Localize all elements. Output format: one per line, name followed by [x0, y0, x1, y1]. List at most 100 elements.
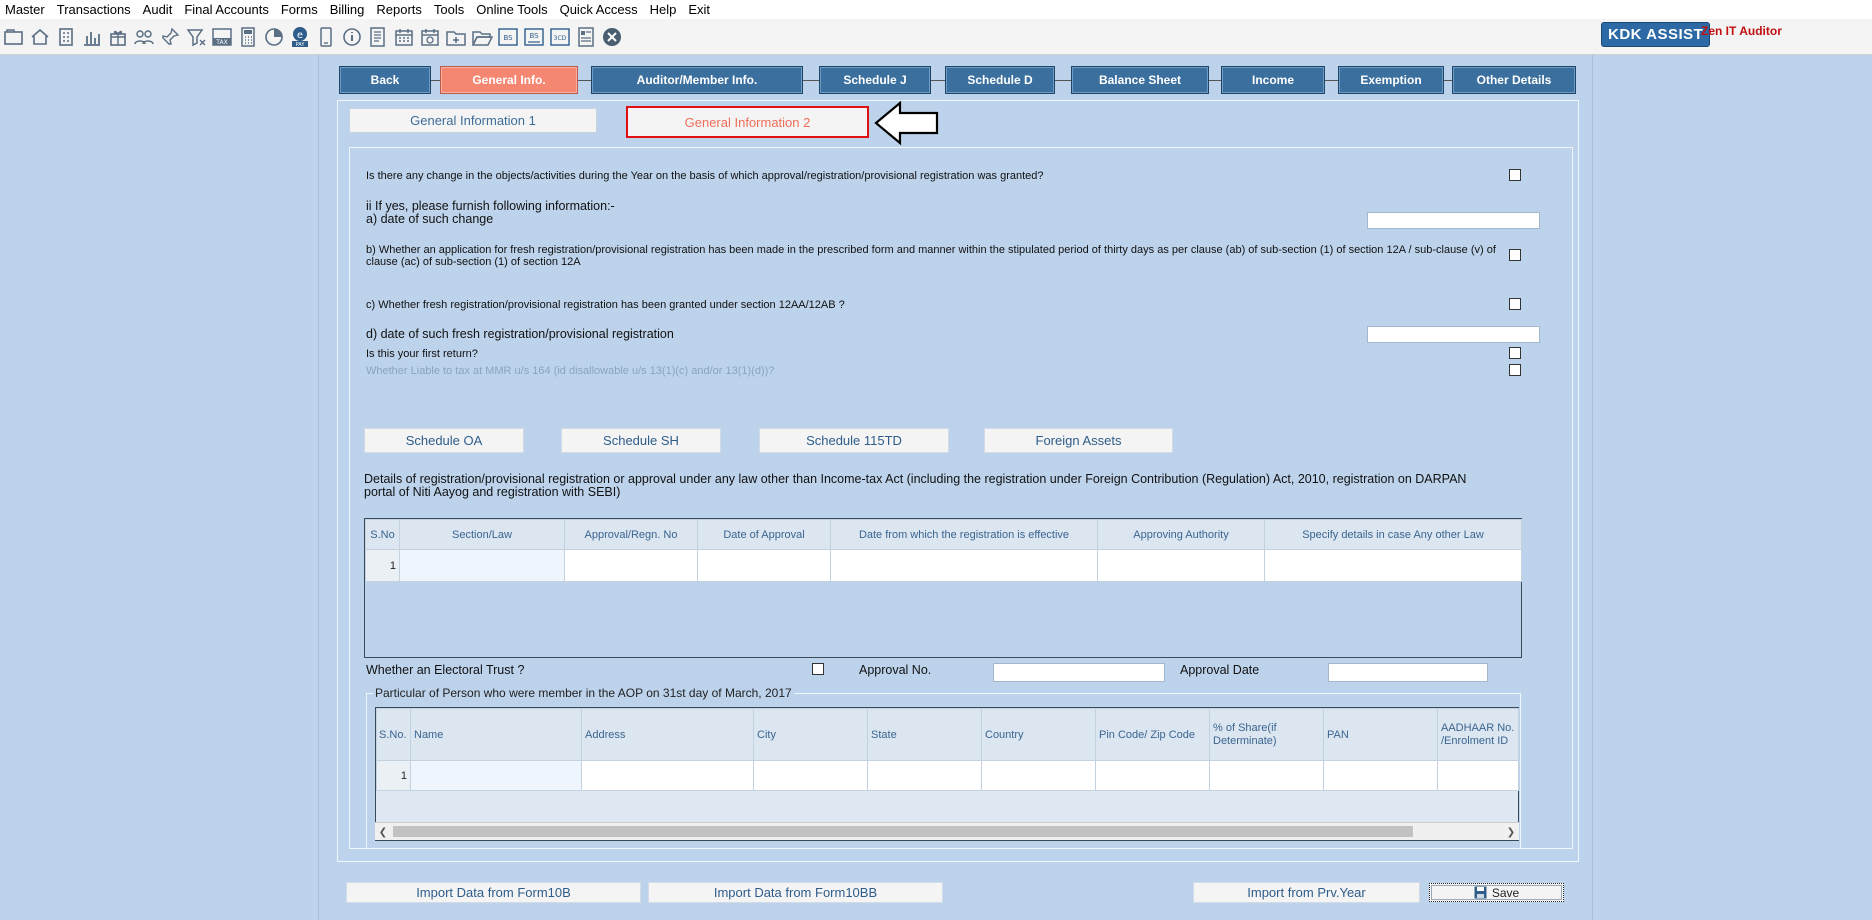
close-icon[interactable] [600, 24, 623, 49]
building-icon[interactable] [54, 24, 77, 49]
menu-reports[interactable]: Reports [371, 2, 429, 17]
foreign-assets-button[interactable]: Foreign Assets [984, 428, 1173, 453]
menu-forms[interactable]: Forms [276, 2, 325, 17]
schedule-sh-button[interactable]: Schedule SH [561, 428, 721, 453]
import-form10bb-button[interactable]: Import Data from Form10BB [648, 882, 943, 903]
bar-chart-icon[interactable] [80, 24, 103, 49]
folder-open-icon[interactable] [470, 24, 493, 49]
calendar-icon[interactable] [392, 24, 415, 49]
col-name: Name [410, 708, 582, 761]
schedule-115td-button[interactable]: Schedule 115TD [759, 428, 949, 453]
gift-icon[interactable] [106, 24, 129, 49]
cell-share-percent[interactable] [1209, 760, 1324, 791]
date-of-change-input[interactable] [1367, 212, 1540, 229]
calendar2-icon[interactable] [418, 24, 441, 49]
cell-name[interactable] [410, 760, 582, 791]
menu-quick-access[interactable]: Quick Access [555, 2, 645, 17]
menu-final-accounts[interactable]: Final Accounts [179, 2, 276, 17]
fresh-registration-checkbox[interactable] [1509, 298, 1521, 310]
home-icon[interactable] [28, 24, 51, 49]
tablet-icon[interactable] [314, 24, 337, 49]
col-country: Country [981, 708, 1096, 761]
tax-icon[interactable]: TAX [210, 24, 233, 49]
electoral-trust-label: Whether an Electoral Trust ? [366, 663, 525, 677]
cell-aadhaar[interactable] [1437, 760, 1519, 791]
calculator-icon[interactable] [236, 24, 259, 49]
tab-schedule-j[interactable]: Schedule J [819, 66, 931, 94]
tab-balance-sheet[interactable]: Balance Sheet [1071, 66, 1209, 94]
table-row[interactable]: 1 [365, 549, 1522, 582]
cell-country[interactable] [981, 760, 1096, 791]
aop-table-horizontal-scrollbar[interactable]: ❮ ❯ [375, 822, 1519, 840]
menu-billing[interactable]: Billing [325, 2, 372, 17]
tab-general-info[interactable]: General Info. [440, 66, 578, 94]
menu-master[interactable]: Master [0, 2, 52, 17]
cell-approval-regn-no[interactable] [564, 549, 698, 582]
import-form10b-button[interactable]: Import Data from Form10B [346, 882, 641, 903]
scroll-left-icon[interactable]: ❮ [375, 823, 391, 841]
menu-help[interactable]: Help [645, 2, 684, 17]
registration-details-text-line2: portal of Niti Aayog and registration wi… [364, 485, 621, 499]
schedule-oa-button[interactable]: Schedule OA [364, 428, 524, 453]
bs2-icon[interactable]: BS [522, 24, 545, 49]
menu-exit[interactable]: Exit [683, 2, 717, 17]
cell-pin-code[interactable] [1095, 760, 1210, 791]
pie-chart-icon[interactable] [262, 24, 285, 49]
table-row[interactable]: 1 [376, 760, 1519, 791]
col-approving-authority: Approving Authority [1097, 519, 1265, 550]
fresh-application-checkbox[interactable] [1509, 249, 1521, 261]
menu-transactions[interactable]: Transactions [52, 2, 138, 17]
bs-icon[interactable]: BS [496, 24, 519, 49]
change-objects-checkbox[interactable] [1509, 169, 1521, 181]
liable-mmr-checkbox[interactable] [1509, 364, 1521, 376]
kdk-assist-logo[interactable]: KDK ASSIST [1601, 22, 1711, 47]
tab-auditor-member-info[interactable]: Auditor/Member Info. [591, 66, 803, 94]
form-icon[interactable] [574, 24, 597, 49]
menu-tools[interactable]: Tools [429, 2, 471, 17]
col-date-effective: Date from which the registration is effe… [830, 519, 1098, 550]
subtab-general-information-1[interactable]: General Information 1 [349, 108, 597, 133]
folder-icon[interactable] [2, 24, 25, 49]
approval-no-input[interactable] [993, 663, 1165, 682]
info-icon[interactable] [340, 24, 363, 49]
col-approval-regn-no: Approval/Regn. No [564, 519, 698, 550]
cell-date-of-approval[interactable] [697, 549, 831, 582]
approval-date-label: Approval Date [1180, 663, 1260, 677]
col-pin-code: Pin Code/ Zip Code [1095, 708, 1210, 761]
folder-add-icon[interactable] [444, 24, 467, 49]
scroll-right-icon[interactable]: ❯ [1503, 823, 1519, 841]
pin-icon[interactable] [158, 24, 181, 49]
tab-back[interactable]: Back [339, 66, 431, 94]
question-fresh-application-line2: clause (ac) of sub-section (1) of sectio… [366, 256, 581, 268]
subtab-general-information-2[interactable]: General Information 2 [626, 106, 869, 138]
approval-date-input[interactable] [1328, 663, 1488, 682]
document-icon[interactable] [366, 24, 389, 49]
cell-date-effective[interactable] [830, 549, 1098, 582]
electoral-trust-checkbox[interactable] [812, 663, 824, 675]
first-return-checkbox[interactable] [1509, 347, 1521, 359]
svg-text:3CD: 3CD [553, 35, 566, 42]
menu-online-tools[interactable]: Online Tools [471, 2, 554, 17]
cell-state[interactable] [867, 760, 982, 791]
filter-icon[interactable] [184, 24, 207, 49]
epay-icon[interactable]: e PAY [288, 24, 311, 49]
svg-text:PAY: PAY [295, 42, 305, 48]
tab-other-details[interactable]: Other Details [1452, 66, 1576, 94]
3cd-icon[interactable]: 3CD [548, 24, 571, 49]
menu-audit[interactable]: Audit [138, 2, 180, 17]
tab-income[interactable]: Income [1221, 66, 1325, 94]
cell-city[interactable] [753, 760, 868, 791]
cell-specify-details[interactable] [1264, 549, 1522, 582]
scrollbar-thumb[interactable] [393, 826, 1413, 837]
cell-pan[interactable] [1323, 760, 1438, 791]
cell-approving-authority[interactable] [1097, 549, 1265, 582]
tab-exemption[interactable]: Exemption [1338, 66, 1444, 94]
save-button[interactable]: Save [1429, 883, 1564, 902]
col-aadhaar: AADHAAR No. /Enrolment ID [1437, 708, 1519, 761]
import-prv-year-button[interactable]: Import from Prv.Year [1193, 882, 1420, 903]
cell-section-law[interactable] [399, 549, 565, 582]
date-fresh-registration-input[interactable] [1367, 326, 1540, 343]
users-icon[interactable] [132, 24, 155, 49]
tab-schedule-d[interactable]: Schedule D [945, 66, 1055, 94]
cell-address[interactable] [581, 760, 754, 791]
